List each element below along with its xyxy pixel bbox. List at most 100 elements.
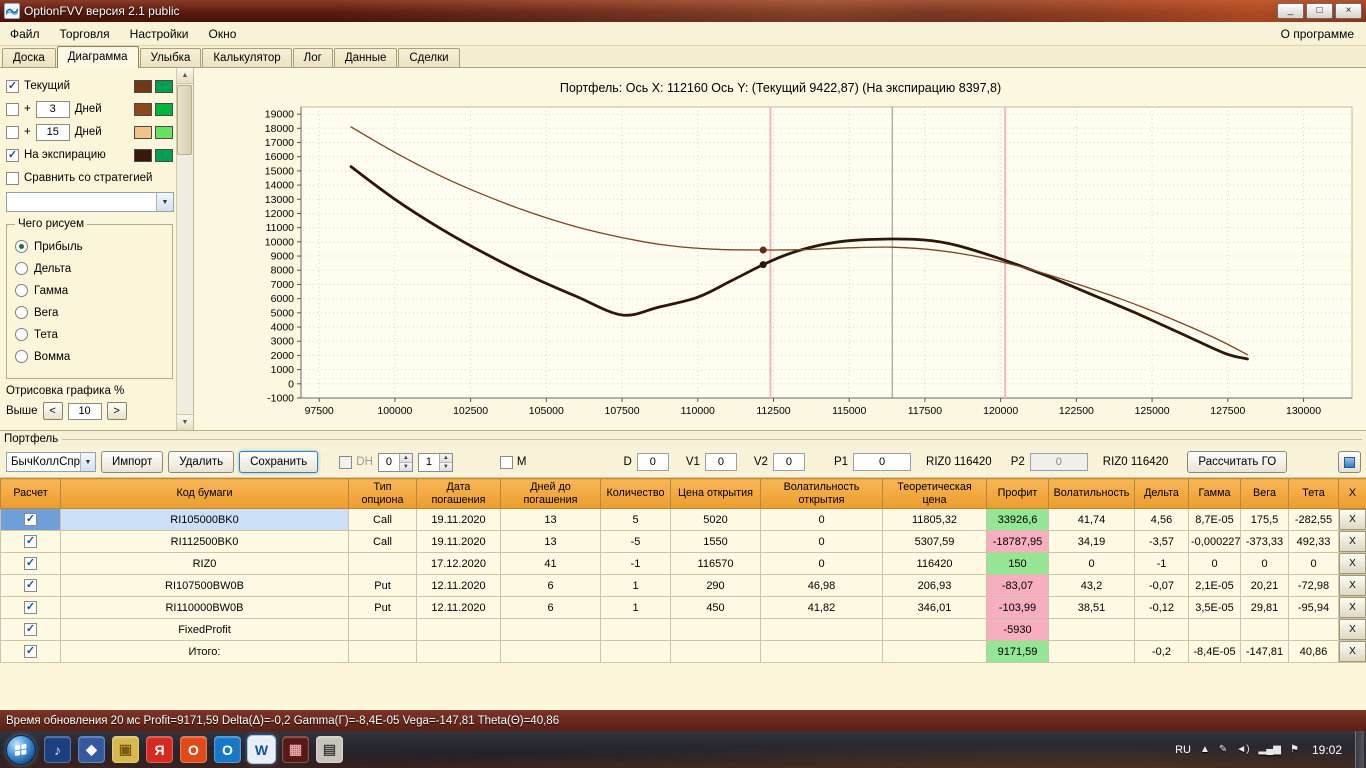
grid-header-13[interactable]: Гамма xyxy=(1189,479,1241,509)
spin-down-icon[interactable]: ▼ xyxy=(400,462,412,471)
menu-trading[interactable]: Торговля xyxy=(50,22,120,45)
dh-spinner-1[interactable]: ▲▼ xyxy=(378,453,413,472)
current-checkbox[interactable]: ✓ xyxy=(6,80,19,93)
import-button[interactable]: Импорт xyxy=(101,451,163,473)
row-delete-button[interactable]: X xyxy=(1339,641,1366,662)
taskbar-app8-icon[interactable]: ▦ xyxy=(282,736,309,763)
expiry-color2-swatch[interactable] xyxy=(155,149,173,162)
current-color2-swatch[interactable] xyxy=(155,80,173,93)
radio-option-6[interactable]: Вомма xyxy=(15,350,164,363)
row-delete-button[interactable]: X xyxy=(1339,531,1366,552)
m-checkbox[interactable]: M xyxy=(500,456,527,469)
grid-header-3[interactable]: Тип опциона xyxy=(349,479,417,509)
scroll-up-icon[interactable]: ▲ xyxy=(177,68,193,84)
close-button[interactable]: × xyxy=(1335,3,1362,19)
days2-color1-swatch[interactable] xyxy=(134,126,152,139)
taskbar-browser-icon[interactable]: O xyxy=(214,736,241,763)
show-desktop-button[interactable] xyxy=(1355,731,1364,768)
maximize-button[interactable]: □ xyxy=(1306,3,1333,19)
delete-button[interactable]: Удалить xyxy=(168,451,234,473)
tab-5[interactable]: Лог xyxy=(293,48,333,67)
radio-option-2[interactable]: Дельта xyxy=(15,262,164,275)
dh-checkbox[interactable]: DH xyxy=(339,456,373,469)
decrease-button[interactable]: < xyxy=(43,402,63,420)
save-button[interactable]: Сохранить xyxy=(239,451,318,473)
spin-up-icon[interactable]: ▲ xyxy=(400,454,412,462)
action-center-flag-icon[interactable]: ⚑ xyxy=(1290,744,1299,755)
row-delete-button[interactable]: X xyxy=(1339,575,1366,596)
row-checkbox[interactable]: ✓ xyxy=(24,623,37,636)
menu-about[interactable]: О программе xyxy=(1269,27,1366,41)
taskbar-notepad-icon[interactable]: ▤ xyxy=(316,736,343,763)
calc-go-button[interactable]: Рассчитать ГО xyxy=(1187,451,1287,473)
expiry-checkbox[interactable]: ✓ xyxy=(6,149,19,162)
days2-color2-swatch[interactable] xyxy=(155,126,173,139)
days2-input[interactable] xyxy=(36,124,70,141)
grid-header-1[interactable]: Расчет xyxy=(1,479,61,509)
grid-header-2[interactable]: Код бумаги xyxy=(61,479,349,509)
days2-checkbox[interactable] xyxy=(6,126,19,139)
grid-header-9[interactable]: Теоретическая цена xyxy=(883,479,987,509)
pencil-icon[interactable]: ✎ xyxy=(1219,744,1227,755)
preset-combobox[interactable]: БычКоллСпр ▼ xyxy=(6,452,96,472)
taskbar-explorer-icon[interactable]: ▣ xyxy=(112,736,139,763)
spin-up-icon[interactable]: ▲ xyxy=(440,454,452,462)
row-delete-button[interactable]: X xyxy=(1339,509,1366,530)
radio-option-4[interactable]: Вега xyxy=(15,306,164,319)
grid-header-8[interactable]: Волатильность открытия xyxy=(761,479,883,509)
radio-option-3[interactable]: Гамма xyxy=(15,284,164,297)
grid-header-11[interactable]: Волатильность xyxy=(1049,479,1135,509)
tab-2[interactable]: Диаграмма xyxy=(57,46,139,68)
days1-checkbox[interactable] xyxy=(6,103,19,116)
row-delete-button[interactable]: X xyxy=(1339,619,1366,640)
taskbar-optionfvv-icon[interactable]: W xyxy=(248,736,275,763)
panel-scrollbar[interactable]: ▲ ▼ xyxy=(176,68,193,430)
minimize-button[interactable]: _ xyxy=(1277,3,1304,19)
tab-4[interactable]: Калькулятор xyxy=(202,48,291,67)
percent-input[interactable] xyxy=(68,403,102,420)
grid-header-4[interactable]: Дата погашения xyxy=(417,479,501,509)
clock[interactable]: 19:02 xyxy=(1312,743,1342,757)
row-checkbox[interactable]: ✓ xyxy=(24,513,37,526)
scroll-thumb[interactable] xyxy=(177,85,192,155)
payoff-chart[interactable]: -100001000200030004000500060007000800090… xyxy=(195,102,1366,430)
row-delete-button[interactable]: X xyxy=(1339,553,1366,574)
strategy-combobox[interactable]: ▼ xyxy=(6,192,174,212)
days1-color2-swatch[interactable] xyxy=(155,103,173,116)
grid-header-5[interactable]: Дней до погашения xyxy=(501,479,601,509)
row-checkbox[interactable]: ✓ xyxy=(24,601,37,614)
grid-header-15[interactable]: Тета xyxy=(1289,479,1339,509)
grid-header-6[interactable]: Количество xyxy=(601,479,671,509)
radio-option-1[interactable]: Прибыль xyxy=(15,240,164,253)
volume-icon[interactable]: ◄) xyxy=(1236,744,1249,755)
taskbar-media-player-icon[interactable]: ♪ xyxy=(44,736,71,763)
menu-file[interactable]: Файл xyxy=(0,22,50,45)
hidden-icons-chevron[interactable]: ▲ xyxy=(1200,744,1210,755)
taskbar-yandex-icon[interactable]: Я xyxy=(146,736,173,763)
taskbar-app2-icon[interactable]: ◆ xyxy=(78,736,105,763)
grid-header-12[interactable]: Дельта xyxy=(1135,479,1189,509)
row-checkbox[interactable]: ✓ xyxy=(24,557,37,570)
row-checkbox[interactable]: ✓ xyxy=(24,645,37,658)
taskbar-opera-icon[interactable]: O xyxy=(180,736,207,763)
radio-option-5[interactable]: Тета xyxy=(15,328,164,341)
grid-header-7[interactable]: Цена открытия xyxy=(671,479,761,509)
tab-3[interactable]: Улыбка xyxy=(140,48,202,67)
window-titlebar[interactable]: OptionFVV версия 2.1 public _ □ × xyxy=(0,0,1366,22)
start-button[interactable] xyxy=(6,735,36,765)
menu-window[interactable]: Окно xyxy=(199,22,247,45)
days1-input[interactable] xyxy=(36,101,70,118)
days1-color1-swatch[interactable] xyxy=(134,103,152,116)
compare-checkbox[interactable] xyxy=(6,172,19,185)
row-checkbox[interactable]: ✓ xyxy=(24,535,37,548)
increase-button[interactable]: > xyxy=(107,402,127,420)
grid-header-16[interactable]: X xyxy=(1339,479,1366,509)
spinner1-input[interactable] xyxy=(379,454,399,471)
tab-1[interactable]: Доска xyxy=(2,48,56,67)
scroll-down-icon[interactable]: ▼ xyxy=(177,414,193,430)
dh-spinner-2[interactable]: ▲▼ xyxy=(418,453,453,472)
network-icon[interactable]: ▂▄▆ xyxy=(1259,744,1281,755)
tab-7[interactable]: Сделки xyxy=(398,48,459,67)
language-indicator[interactable]: RU xyxy=(1175,744,1191,756)
spin-down-icon[interactable]: ▼ xyxy=(440,462,452,471)
